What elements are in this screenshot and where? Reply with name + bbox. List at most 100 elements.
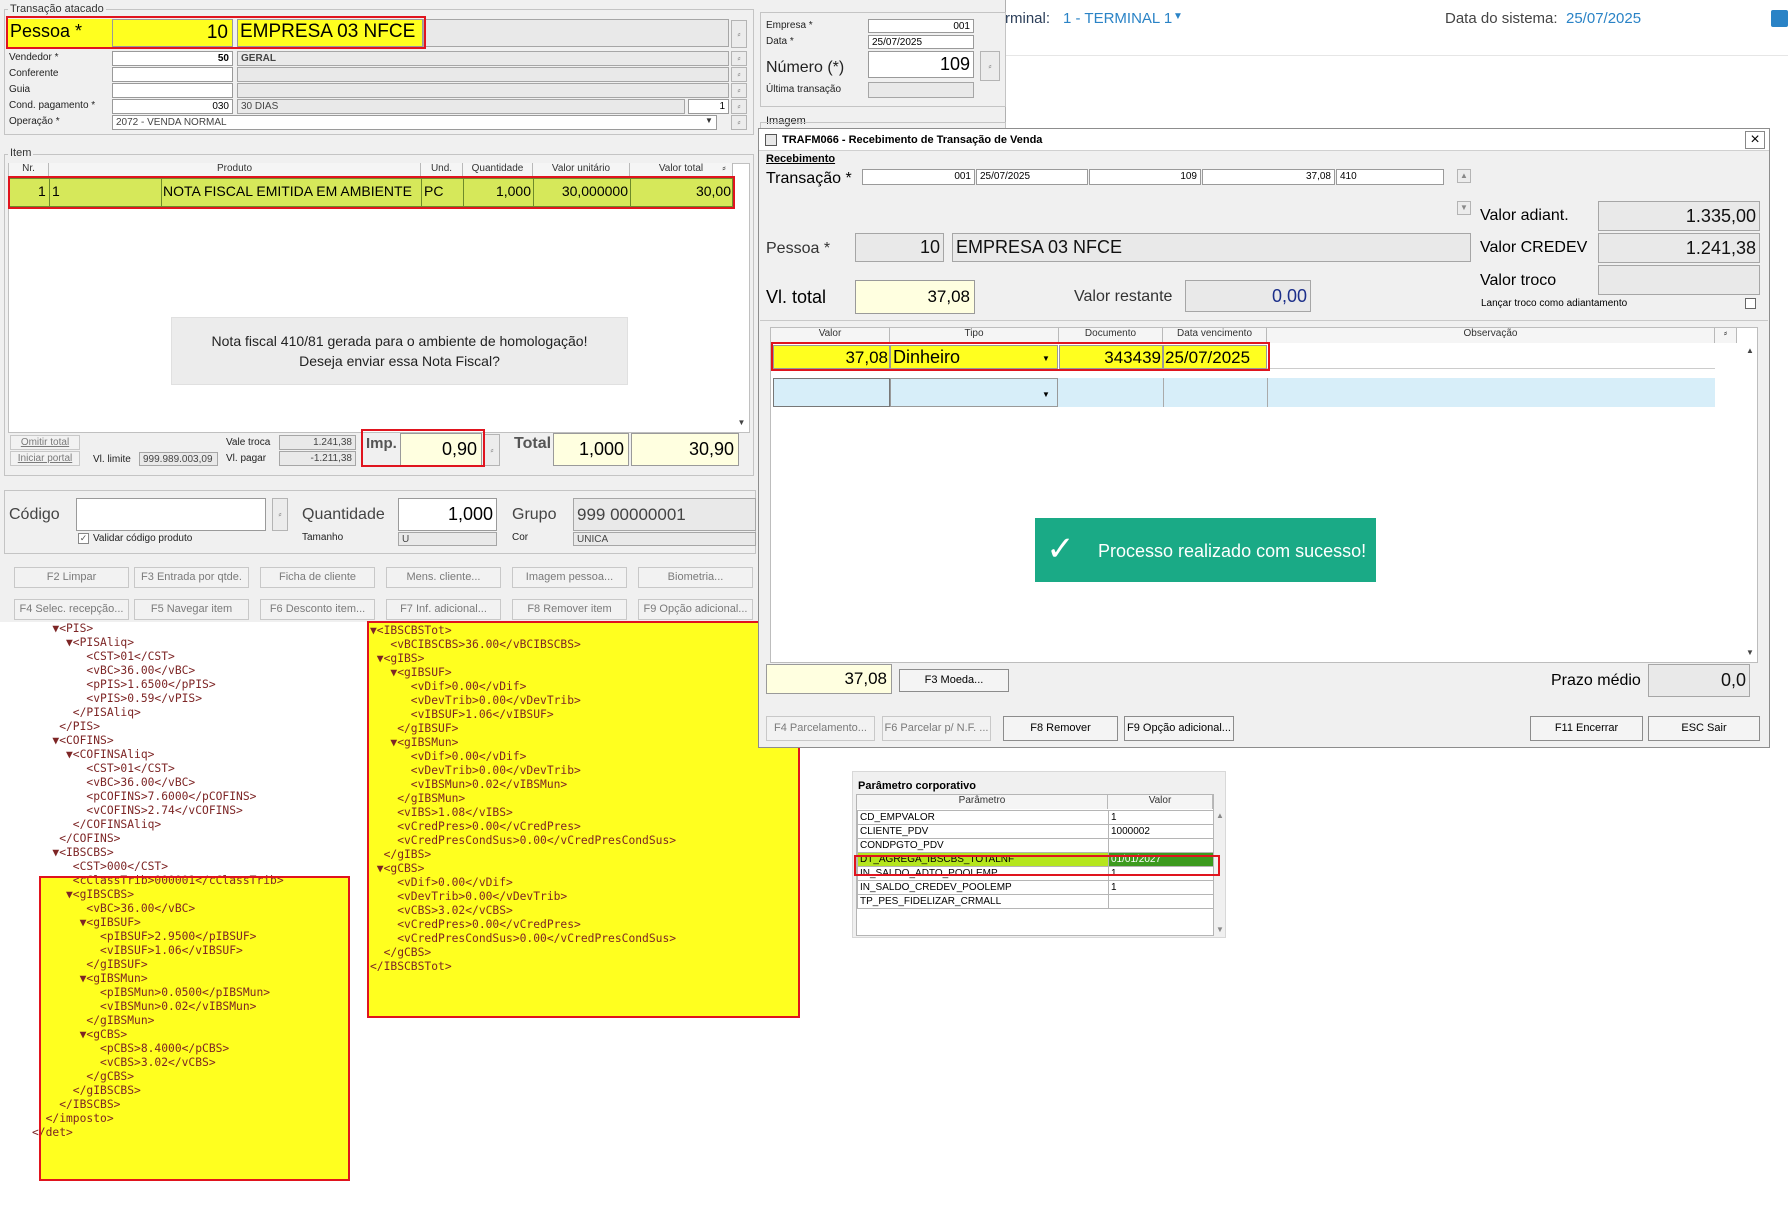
vl-pagar-label: Vl. pagar xyxy=(226,453,267,464)
guia-input[interactable] xyxy=(112,83,233,98)
pay-new-row-tipo-dropdown-icon[interactable]: ▼ xyxy=(1042,390,1050,399)
item-row-produto: NOTA FISCAL EMITIDA EM AMBIENTE xyxy=(163,183,412,199)
empresa-input[interactable]: 001 xyxy=(868,19,974,33)
table-row[interactable]: TP_PES_FIDELIZAR_CRMALL xyxy=(857,894,1214,909)
xml-right-view: ▼<IBSCBSTot> <vBCIBSCBS>36.00</vBCIBSCBS… xyxy=(370,624,676,974)
terminal-selector[interactable]: 1 - TERMINAL 1 xyxy=(1063,10,1172,27)
f3-moeda-button[interactable]: F3 Moeda... xyxy=(899,669,1009,692)
item-grid-scroll-down[interactable]: ▼ xyxy=(735,418,748,431)
table-row[interactable]: CLIENTE_PDV 1000002 xyxy=(857,824,1214,839)
vendedor-lookup-button[interactable]: ⸗ xyxy=(731,51,747,66)
data-input[interactable]: 25/07/2025 xyxy=(868,35,974,49)
imp-lookup-button[interactable]: ⸗ xyxy=(484,434,500,466)
ficha-cliente-button[interactable]: Ficha de cliente xyxy=(260,567,375,588)
trans-valor-input[interactable]: 37,08 xyxy=(1202,169,1335,185)
f2-limpar-button[interactable]: F2 Limpar xyxy=(14,567,129,588)
codigo-lookup-button[interactable]: ⸗ xyxy=(272,498,288,531)
f9-opcao-adicional-button[interactable]: F9 Opção adicional... xyxy=(638,599,753,620)
conferente-input[interactable] xyxy=(112,67,233,82)
operacao-dropdown-icon[interactable]: ▼ xyxy=(702,116,716,129)
quantidade-input[interactable]: 1,000 xyxy=(398,498,497,531)
nf-confirm-dialog[interactable] xyxy=(171,317,628,385)
param-name: CD_EMPVALOR xyxy=(857,810,1109,825)
table-row[interactable]: IN_SALDO_ADTO_POOLEMP 1 xyxy=(857,866,1214,881)
xml-line: <vBC>36.00</vBC> xyxy=(32,776,196,789)
table-row[interactable]: IN_SALDO_CREDEV_POOLEMP 1 xyxy=(857,880,1214,895)
pessoa-lookup-button[interactable]: ⸗ xyxy=(731,20,747,48)
cond-pagamento-lookup-button[interactable]: ⸗ xyxy=(731,99,747,114)
pay-header-vencimento: Data vencimento xyxy=(1163,328,1267,343)
operacao-select[interactable]: 2072 - VENDA NORMAL xyxy=(112,115,717,130)
trans-empresa-input[interactable]: 001 xyxy=(862,169,975,185)
vl-limite-value: 999.989.003,09 xyxy=(139,452,218,466)
conferente-lookup-button[interactable]: ⸗ xyxy=(731,67,747,82)
lancar-troco-checkbox[interactable] xyxy=(1745,298,1756,309)
vale-troca-value: 1.241,38 xyxy=(279,435,356,450)
pay-grid-scroll-up[interactable]: ▲ xyxy=(1744,346,1756,360)
item-header-options[interactable]: ⸗ xyxy=(716,163,733,176)
check-icon: ✓ xyxy=(1046,530,1075,568)
param-scroll-down[interactable]: ▼ xyxy=(1216,925,1228,934)
biometria-button[interactable]: Biometria... xyxy=(638,567,753,588)
valor-restante-label: Valor restante xyxy=(1074,288,1173,305)
guia-lookup-button[interactable]: ⸗ xyxy=(731,83,747,98)
trans-data-input[interactable]: 25/07/2025 xyxy=(976,169,1088,185)
transacao-group-title: Transação atacado xyxy=(8,3,106,15)
f8-remover-button[interactable]: F8 Remover xyxy=(1003,716,1118,741)
numero-input[interactable]: 109 xyxy=(868,51,974,78)
transacao-scroll-up[interactable]: ▲ xyxy=(1457,169,1471,183)
f7-inf-adicional-button[interactable]: F7 Inf. adicional... xyxy=(386,599,501,620)
numero-lookup-button[interactable]: ⸗ xyxy=(980,51,1000,81)
trans-numero-input[interactable]: 109 xyxy=(1089,169,1201,185)
trans-nf-input[interactable]: 410 xyxy=(1336,169,1444,185)
close-icon[interactable]: × xyxy=(1745,131,1765,149)
pay-row-obs-cell[interactable] xyxy=(1267,345,1715,369)
xml-line: <vIBSUF>1.06</vIBSUF> xyxy=(370,708,554,721)
xml-line: <pPIS>1.6500</pPIS> xyxy=(32,678,216,691)
f11-encerrar-button[interactable]: F11 Encerrar xyxy=(1530,716,1643,741)
pay-header-options[interactable]: ⸗ xyxy=(1715,328,1737,343)
f3-entrada-qtde-button[interactable]: F3 Entrada por qtde. xyxy=(134,567,249,588)
f9-opcao-adicional-button[interactable]: F9 Opção adicional... xyxy=(1124,716,1234,741)
vendedor-label: Vendedor * xyxy=(9,52,59,63)
mens-cliente-button[interactable]: Mens. cliente... xyxy=(386,567,501,588)
pay-new-row-valor[interactable] xyxy=(773,378,890,407)
pessoa-label: Pessoa * xyxy=(10,21,83,41)
param-scroll-up[interactable]: ▲ xyxy=(1216,811,1228,820)
pay-new-row-tipo[interactable] xyxy=(890,378,1058,407)
pay-grid-scroll-down[interactable]: ▼ xyxy=(1744,648,1756,662)
f6-desconto-item-button[interactable]: F6 Desconto item... xyxy=(260,599,375,620)
table-row[interactable]: CONDPGTO_PDV xyxy=(857,838,1214,853)
cond-pagamento-extra[interactable]: 1 xyxy=(688,99,729,114)
esc-sair-button[interactable]: ESC Sair xyxy=(1648,716,1760,741)
f8-remover-item-button[interactable]: F8 Remover item xyxy=(512,599,627,620)
chevron-down-icon[interactable]: ▼ xyxy=(1173,11,1183,22)
item-row-sep4 xyxy=(463,178,464,207)
f4-selec-recepcao-button[interactable]: F4 Selec. recepção... xyxy=(14,599,129,620)
numero-label: Número (*) xyxy=(766,59,845,76)
xml-line: ▼<COFINSAliq> xyxy=(32,748,155,761)
cond-pagamento-code-input[interactable]: 030 xyxy=(112,99,233,114)
transacao-scroll-down[interactable]: ▼ xyxy=(1457,201,1471,215)
imagem-pessoa-button[interactable]: Imagem pessoa... xyxy=(512,567,627,588)
f5-navegar-item-button[interactable]: F5 Navegar item xyxy=(134,599,249,620)
calendar-icon[interactable] xyxy=(1771,10,1788,27)
table-row[interactable]: DT_AGREGA_IBSCBS_TOTALNF 01/01/2027 xyxy=(857,852,1214,867)
f4-parcelamento-button[interactable]: F4 Parcelamento... xyxy=(766,716,875,741)
iniciar-portal-button[interactable]: Iniciar portal xyxy=(10,451,80,466)
dlg-pessoa-code: 10 xyxy=(855,233,944,262)
f6-parcelar-nf-button[interactable]: F6 Parcelar p/ N.F. ... xyxy=(882,716,991,741)
imp-label: Imp. xyxy=(366,435,397,452)
param-name: CONDPGTO_PDV xyxy=(857,838,1109,853)
vendedor-code-input[interactable]: 50 xyxy=(112,51,233,66)
validar-checkbox[interactable]: ✓ xyxy=(78,533,89,544)
operacao-lookup-button[interactable]: ⸗ xyxy=(731,115,747,130)
table-row[interactable]: CD_EMPVALOR 1 xyxy=(857,810,1214,825)
pay-row-tipo-dropdown-icon[interactable]: ▼ xyxy=(1042,354,1050,363)
xml-line: <vCBS>3.02</vCBS> xyxy=(370,904,513,917)
omitir-total-button[interactable]: Omitir total xyxy=(10,435,80,450)
vltotal-value: 37,08 xyxy=(855,280,975,314)
pessoa-code-input[interactable]: 10 xyxy=(112,19,233,47)
codigo-input[interactable] xyxy=(76,498,266,531)
xml-line: ▼<gIBSCBS> xyxy=(32,888,135,901)
